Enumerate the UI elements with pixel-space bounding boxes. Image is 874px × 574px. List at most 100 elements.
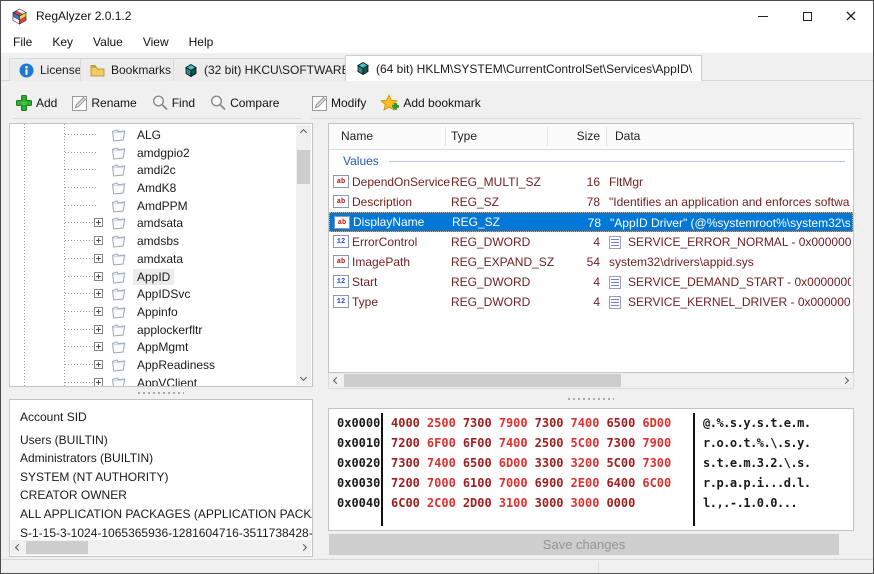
scroll-right-arrow[interactable] [838, 373, 853, 388]
tree-item[interactable]: AppReadiness [10, 356, 296, 374]
hex-byte[interactable]: 6D00 [499, 456, 528, 470]
hex-byte[interactable]: 2E00 [571, 476, 600, 490]
title-bar[interactable]: RegAlyzer 2.0.1.2 × [1, 1, 873, 31]
tree-item-label[interactable]: AmdPPM [133, 198, 192, 214]
hex-byte[interactable]: 0000 [606, 496, 635, 510]
hex-byte[interactable]: 6400 [606, 476, 635, 490]
tree-item[interactable]: amdi2c [10, 161, 296, 179]
left-splitter-handle[interactable] [138, 391, 184, 394]
scrollbar-thumb[interactable] [26, 541, 88, 554]
hex-byte[interactable]: 7000 [499, 476, 528, 490]
tree-item[interactable]: ALG [10, 126, 296, 144]
compare-button[interactable]: Compare [209, 94, 279, 112]
column-header-data[interactable]: Data [615, 129, 640, 143]
sid-list-item[interactable]: SYSTEM (NT AUTHORITY) [20, 468, 310, 487]
value-name[interactable]: DisplayName [353, 215, 424, 229]
sid-list-item[interactable]: Account SID [20, 408, 310, 427]
hex-byte[interactable]: 6D00 [642, 416, 671, 430]
sid-list-item[interactable]: CREATOR OWNER [20, 486, 310, 505]
tree-item-label[interactable]: AppReadiness [133, 357, 219, 373]
hex-byte[interactable]: 3000 [535, 496, 564, 510]
right-splitter-handle[interactable] [568, 397, 614, 400]
expand-plus-icon[interactable] [94, 218, 103, 227]
value-row[interactable]: ab Description REG_SZ 78 "Identifies an … [329, 192, 853, 212]
hex-byte[interactable]: 3200 [571, 456, 600, 470]
minimize-button[interactable] [741, 1, 785, 31]
expand-plus-icon[interactable] [94, 289, 103, 298]
expand-plus-icon[interactable] [94, 272, 103, 281]
tree-item[interactable]: AmdK8 [10, 179, 296, 197]
sid-list-item[interactable]: ALL APPLICATION PACKAGES (APPLICATION PA… [20, 505, 310, 524]
menu-item[interactable]: View [133, 33, 179, 51]
tree-item-label[interactable]: amdsata [133, 215, 187, 231]
tree-item-label[interactable]: ALG [133, 127, 165, 143]
value-name[interactable]: ErrorControl [352, 235, 417, 249]
expand-plus-icon[interactable] [94, 360, 103, 369]
tree-item[interactable]: AppID [10, 268, 296, 286]
expand-plus-icon[interactable] [94, 254, 103, 263]
tree-item[interactable]: amdxata [10, 250, 296, 268]
add-button[interactable]: Add [15, 94, 57, 112]
close-button[interactable]: × [829, 1, 873, 31]
hex-byte[interactable]: 7200 [391, 436, 420, 450]
menu-item[interactable]: File [3, 33, 42, 51]
tree-item-label[interactable]: amdi2c [133, 162, 180, 178]
expand-plus-icon[interactable] [94, 307, 103, 316]
tab-hkcu-software[interactable]: (32 bit) HKCU\SOFTWARE\ [173, 58, 363, 81]
tree-vertical-scrollbar[interactable] [296, 125, 311, 385]
hex-byte[interactable]: 7300 [606, 436, 635, 450]
tree-item-label[interactable]: amdxata [133, 251, 187, 267]
value-row[interactable]: ab DisplayName REG_SZ 78 "AppID Driver" … [329, 212, 853, 232]
tree-item[interactable]: AmdPPM [10, 197, 296, 215]
hex-byte[interactable]: 7300 [391, 456, 420, 470]
column-separator[interactable] [606, 127, 607, 146]
tree-item-label[interactable]: amdgpio2 [133, 145, 194, 161]
scroll-left-arrow[interactable] [329, 373, 344, 388]
value-row[interactable]: 12 ErrorControl REG_DWORD 4 SERVICE_ERRO… [329, 232, 853, 252]
find-button[interactable]: Find [151, 94, 195, 112]
hex-byte[interactable]: 7000 [427, 476, 456, 490]
value-row[interactable]: 12 Type REG_DWORD 4 SERVICE_KERNEL_DRIVE… [329, 292, 853, 312]
menu-item[interactable]: Key [42, 33, 83, 51]
value-name[interactable]: Type [352, 295, 378, 309]
hex-byte[interactable]: 5C00 [571, 436, 600, 450]
hex-byte[interactable]: 3300 [535, 456, 564, 470]
expand-plus-icon[interactable] [94, 378, 103, 387]
tab-bookmarks[interactable]: Bookmarks [80, 58, 181, 81]
hex-byte[interactable]: 6500 [606, 416, 635, 430]
tree-item[interactable]: applockerfltr [10, 321, 296, 339]
value-row[interactable]: ab ImagePath REG_EXPAND_SZ 54 system32\d… [329, 252, 853, 272]
scroll-right-arrow[interactable] [296, 540, 311, 555]
hex-byte[interactable]: 7900 [642, 436, 671, 450]
tree-item-label[interactable]: Appinfo [133, 304, 182, 320]
value-name[interactable]: Start [352, 275, 377, 289]
tree-item[interactable]: amdsata [10, 214, 296, 232]
hex-byte[interactable]: 7900 [499, 416, 528, 430]
hex-byte[interactable]: 6C00 [642, 476, 671, 490]
save-changes-button[interactable]: Save changes [329, 534, 839, 555]
value-row[interactable]: 12 Start REG_DWORD 4 SERVICE_DEMAND_STAR… [329, 272, 853, 292]
tree-item[interactable]: AppVClient [10, 374, 296, 387]
hex-byte[interactable]: 6500 [463, 456, 492, 470]
hex-byte[interactable]: 3100 [499, 496, 528, 510]
menu-item[interactable]: Help [179, 33, 224, 51]
hex-byte[interactable]: 6F00 [427, 436, 456, 450]
hex-byte[interactable]: 6C00 [391, 496, 420, 510]
scroll-up-arrow[interactable] [296, 125, 311, 140]
hex-byte[interactable]: 5C00 [606, 456, 635, 470]
sid-horizontal-scrollbar[interactable] [11, 540, 311, 555]
tree-item[interactable]: AppMgmt [10, 338, 296, 356]
hex-byte[interactable]: 2500 [427, 416, 456, 430]
hex-byte[interactable]: 7300 [463, 416, 492, 430]
scroll-down-arrow[interactable] [296, 370, 311, 385]
sid-list-item[interactable]: Users (BUILTIN) [20, 431, 310, 450]
column-separator[interactable] [445, 127, 446, 146]
tab-hklm-appid[interactable]: (64 bit) HKLM\SYSTEM\CurrentControlSet\S… [345, 55, 702, 81]
sid-list-item[interactable]: Administrators (BUILTIN) [20, 449, 310, 468]
hex-byte[interactable]: 4000 [391, 416, 420, 430]
hex-byte[interactable]: 6100 [463, 476, 492, 490]
tree-item-label[interactable]: AppVClient [133, 375, 201, 387]
maximize-button[interactable] [785, 1, 829, 31]
hex-byte[interactable]: 7300 [642, 456, 671, 470]
column-header-name[interactable]: Name [341, 129, 373, 143]
